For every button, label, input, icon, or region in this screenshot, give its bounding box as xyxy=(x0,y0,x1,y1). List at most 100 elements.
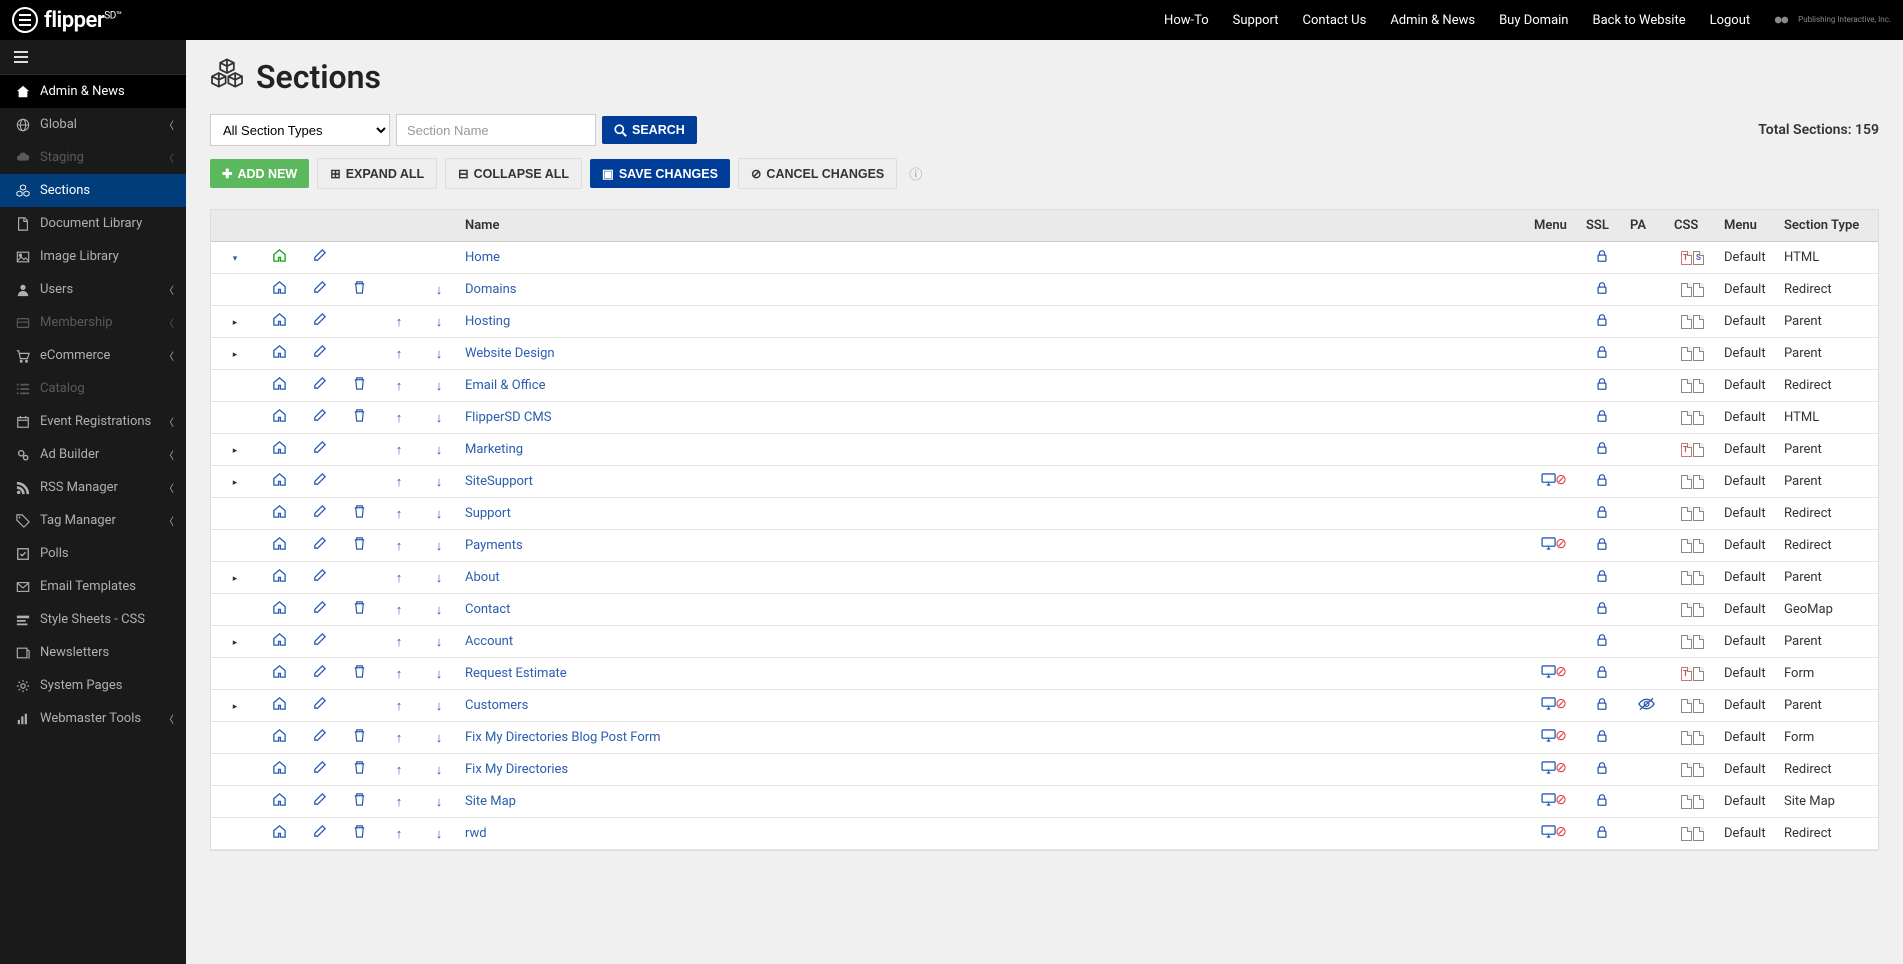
edit-link[interactable] xyxy=(299,690,339,722)
css-icons[interactable] xyxy=(1668,274,1718,306)
move-up[interactable]: ↑ xyxy=(379,530,419,562)
css-icons[interactable] xyxy=(1668,786,1718,818)
delete-link[interactable] xyxy=(339,658,379,690)
nav-contact[interactable]: Contact Us xyxy=(1303,13,1367,28)
css-icons[interactable] xyxy=(1668,594,1718,626)
expand-toggle[interactable]: ▸ xyxy=(211,562,259,594)
move-up[interactable]: ↑ xyxy=(379,786,419,818)
edit-link[interactable] xyxy=(299,594,339,626)
expand-toggle[interactable]: ▸ xyxy=(211,338,259,370)
delete-link[interactable] xyxy=(339,274,379,306)
move-down[interactable]: ↓ xyxy=(419,562,459,594)
css-icons[interactable] xyxy=(1668,434,1718,466)
home-link[interactable] xyxy=(259,754,299,786)
delete-link[interactable] xyxy=(339,786,379,818)
section-link[interactable]: Fix My Directories xyxy=(465,762,568,777)
sidebar-item-rss-manager[interactable]: RSS Manager〈 xyxy=(0,471,186,504)
move-down[interactable]: ↓ xyxy=(419,274,459,306)
edit-link[interactable] xyxy=(299,818,339,850)
search-button[interactable]: SEARCH xyxy=(602,116,697,144)
move-down[interactable]: ↓ xyxy=(419,338,459,370)
home-link[interactable] xyxy=(259,242,299,274)
delete-link[interactable] xyxy=(339,594,379,626)
home-link[interactable] xyxy=(259,626,299,658)
sidebar-item-image-library[interactable]: Image Library xyxy=(0,240,186,273)
section-link[interactable]: SiteSupport xyxy=(465,474,533,489)
home-link[interactable] xyxy=(259,498,299,530)
css-icons[interactable] xyxy=(1668,370,1718,402)
home-link[interactable] xyxy=(259,562,299,594)
css-icons[interactable] xyxy=(1668,818,1718,850)
delete-link[interactable] xyxy=(339,754,379,786)
sidebar-item-email-templates[interactable]: Email Templates xyxy=(0,570,186,603)
move-up[interactable]: ↑ xyxy=(379,594,419,626)
css-icons[interactable] xyxy=(1668,306,1718,338)
edit-link[interactable] xyxy=(299,466,339,498)
logo[interactable]: flipperSD™ xyxy=(12,7,122,33)
edit-link[interactable] xyxy=(299,754,339,786)
move-down[interactable]: ↓ xyxy=(419,370,459,402)
move-down[interactable]: ↓ xyxy=(419,818,459,850)
home-link[interactable] xyxy=(259,818,299,850)
nav-back-to-website[interactable]: Back to Website xyxy=(1592,13,1685,28)
sidebar-item-users[interactable]: Users〈 xyxy=(0,273,186,306)
move-up[interactable]: ↑ xyxy=(379,754,419,786)
css-icons[interactable] xyxy=(1668,402,1718,434)
sidebar-item-catalog[interactable]: Catalog xyxy=(0,372,186,405)
section-link[interactable]: Fix My Directories Blog Post Form xyxy=(465,730,661,745)
edit-link[interactable] xyxy=(299,242,339,274)
edit-link[interactable] xyxy=(299,370,339,402)
section-type-select[interactable]: All Section Types xyxy=(210,114,390,146)
sidebar-item-system-pages[interactable]: System Pages xyxy=(0,669,186,702)
move-up[interactable]: ↑ xyxy=(379,658,419,690)
sidebar-item-tag-manager[interactable]: Tag Manager〈 xyxy=(0,504,186,537)
sidebar-item-sections[interactable]: Sections xyxy=(0,174,186,207)
move-up[interactable]: ↑ xyxy=(379,690,419,722)
section-link[interactable]: FlipperSD CMS xyxy=(465,410,551,425)
move-up[interactable]: ↑ xyxy=(379,818,419,850)
css-icons[interactable] xyxy=(1668,754,1718,786)
move-up[interactable]: ↑ xyxy=(379,402,419,434)
home-link[interactable] xyxy=(259,530,299,562)
css-icons[interactable] xyxy=(1668,498,1718,530)
home-link[interactable] xyxy=(259,370,299,402)
css-icons[interactable] xyxy=(1668,530,1718,562)
home-link[interactable] xyxy=(259,306,299,338)
move-up[interactable]: ↑ xyxy=(379,434,419,466)
home-link[interactable] xyxy=(259,402,299,434)
edit-link[interactable] xyxy=(299,562,339,594)
expand-toggle[interactable]: ▾ xyxy=(211,242,259,274)
section-link[interactable]: Site Map xyxy=(465,794,516,809)
section-link[interactable]: Customers xyxy=(465,698,528,713)
sidebar-item-ecommerce[interactable]: eCommerce〈 xyxy=(0,339,186,372)
save-changes-button[interactable]: ▣ SAVE CHANGES xyxy=(590,159,730,188)
home-link[interactable] xyxy=(259,434,299,466)
move-up[interactable]: ↑ xyxy=(379,338,419,370)
move-down[interactable]: ↓ xyxy=(419,498,459,530)
edit-link[interactable] xyxy=(299,530,339,562)
section-link[interactable]: Website Design xyxy=(465,346,555,361)
nav-logout[interactable]: Logout xyxy=(1710,13,1751,28)
sidebar-item-style-sheets-css[interactable]: Style Sheets - CSS xyxy=(0,603,186,636)
nav-admin-news[interactable]: Admin & News xyxy=(1390,13,1475,28)
move-down[interactable]: ↓ xyxy=(419,626,459,658)
delete-link[interactable] xyxy=(339,370,379,402)
css-icons[interactable] xyxy=(1668,466,1718,498)
expand-all-button[interactable]: ⊞ EXPAND ALL xyxy=(317,158,437,189)
css-icons[interactable] xyxy=(1668,626,1718,658)
sidebar-item-membership[interactable]: Membership〈 xyxy=(0,306,186,339)
edit-link[interactable] xyxy=(299,786,339,818)
move-up[interactable]: ↑ xyxy=(379,626,419,658)
edit-link[interactable] xyxy=(299,658,339,690)
sidebar-item-event-registrations[interactable]: Event Registrations〈 xyxy=(0,405,186,438)
home-link[interactable] xyxy=(259,274,299,306)
move-down[interactable]: ↓ xyxy=(419,754,459,786)
nav-buy-domain[interactable]: Buy Domain xyxy=(1499,13,1568,28)
move-down[interactable]: ↓ xyxy=(419,690,459,722)
move-down[interactable]: ↓ xyxy=(419,786,459,818)
edit-link[interactable] xyxy=(299,274,339,306)
delete-link[interactable] xyxy=(339,722,379,754)
section-link[interactable]: Marketing xyxy=(465,442,523,457)
expand-toggle[interactable]: ▸ xyxy=(211,690,259,722)
home-link[interactable] xyxy=(259,594,299,626)
